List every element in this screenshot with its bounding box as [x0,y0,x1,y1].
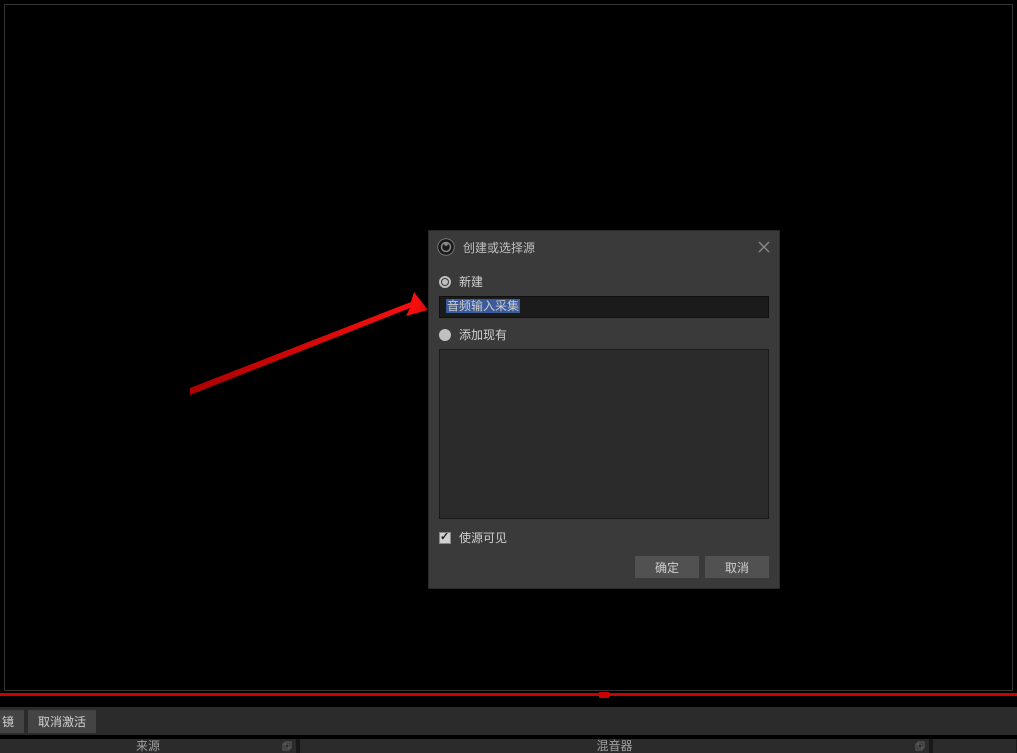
dialog-titlebar[interactable]: 创建或选择源 [429,231,779,263]
ok-button[interactable]: 确定 [635,556,699,578]
radio-new-button[interactable] [439,276,451,288]
dialog-buttons: 确定 取消 [439,556,769,578]
radio-existing-label: 添加现有 [459,326,507,343]
source-name-input[interactable]: 音频输入采集 [439,296,769,318]
btn-mirror-partial[interactable]: 镜 [0,710,24,733]
create-source-dialog: 创建或选择源 新建 音频输入采集 添加现有 使源可见 确定 取消 [428,230,780,589]
checkbox-visible-box[interactable] [439,532,451,544]
dialog-body: 新建 音频输入采集 添加现有 使源可见 确定 取消 [429,263,779,588]
detach-icon[interactable] [282,741,292,751]
btn-deactivate[interactable]: 取消激活 [28,710,96,733]
radio-new-label: 新建 [459,273,483,290]
dialog-title: 创建或选择源 [463,239,535,256]
radio-existing[interactable]: 添加现有 [439,326,769,343]
panel-mixer-label: 混音器 [596,739,632,753]
obs-icon [437,238,455,256]
detach-icon[interactable] [915,741,925,751]
divider-handle[interactable] [599,692,609,698]
checkbox-visible-label: 使源可见 [459,529,507,546]
panel-headers: 来源 混音器 [0,739,1017,753]
close-icon[interactable] [755,238,773,256]
radio-new[interactable]: 新建 [439,273,769,290]
checkbox-visible[interactable]: 使源可见 [439,529,769,546]
panel-extra-header[interactable] [933,739,1017,753]
toolbar: 镜 取消激活 [0,707,1017,735]
cancel-button[interactable]: 取消 [705,556,769,578]
existing-sources-list[interactable] [439,349,769,519]
panel-mixer-header[interactable]: 混音器 [300,739,930,753]
divider-red [0,693,1017,696]
panel-sources-header[interactable]: 来源 [0,739,297,753]
panel-sources-label: 来源 [136,739,160,753]
radio-existing-button[interactable] [439,329,451,341]
